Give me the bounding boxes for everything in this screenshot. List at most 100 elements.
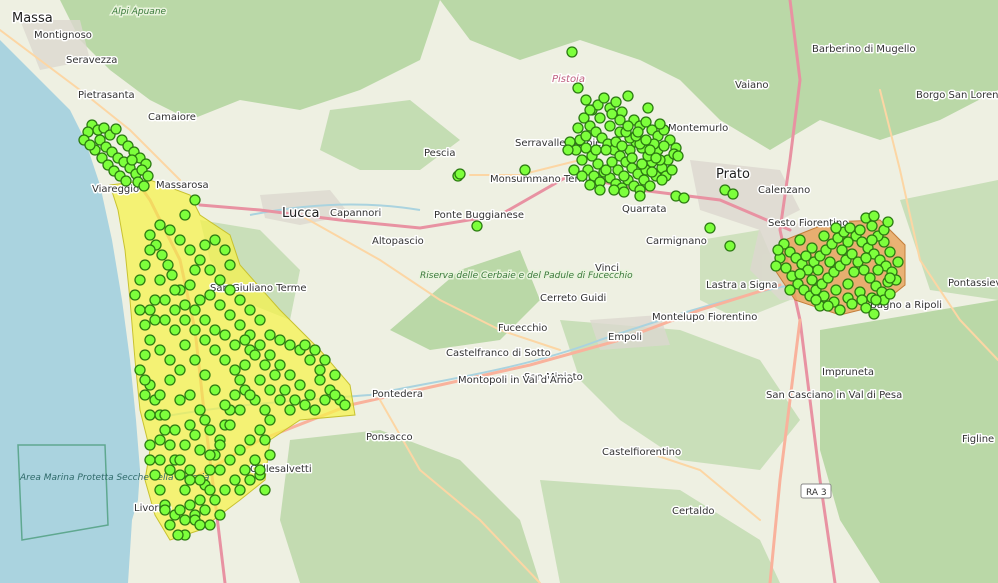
map-marker[interactable] [654,118,666,130]
map-marker[interactable] [139,349,151,361]
map-marker[interactable] [229,389,241,401]
map-marker[interactable] [244,474,256,486]
map-marker[interactable] [166,269,178,281]
map-marker[interactable] [224,454,236,466]
map-marker[interactable] [566,46,578,58]
map-marker[interactable] [154,219,166,231]
map-marker[interactable] [144,409,156,421]
map-marker[interactable] [139,319,151,331]
map-marker[interactable] [309,404,321,416]
map-marker[interactable] [209,324,221,336]
map-marker[interactable] [154,344,166,356]
map-marker[interactable] [772,244,784,256]
map-marker[interactable] [189,264,201,276]
map-marker[interactable] [884,288,896,300]
map-marker[interactable] [239,464,251,476]
map-marker[interactable] [892,256,904,268]
map-marker[interactable] [294,379,306,391]
map-marker[interactable] [244,389,256,401]
map-marker[interactable] [264,329,276,341]
map-marker[interactable] [339,399,351,411]
map-marker[interactable] [672,150,684,162]
map-canvas[interactable]: Massa Montignoso Seravezza Pietrasanta C… [0,0,998,583]
map-marker[interactable] [234,444,246,456]
map-marker[interactable] [234,404,246,416]
map-marker[interactable] [134,364,146,376]
map-marker[interactable] [259,434,271,446]
map-marker[interactable] [269,369,281,381]
map-marker[interactable] [727,188,739,200]
map-marker[interactable] [184,499,196,511]
map-marker[interactable] [264,449,276,461]
map-marker[interactable] [184,419,196,431]
map-marker[interactable] [598,92,610,104]
map-marker[interactable] [274,394,286,406]
map-marker[interactable] [842,278,854,290]
map-marker[interactable] [214,464,226,476]
map-marker[interactable] [259,404,271,416]
map-marker[interactable] [219,329,231,341]
map-marker[interactable] [204,424,216,436]
map-marker[interactable] [884,246,896,258]
map-marker[interactable] [194,474,206,486]
map-marker[interactable] [129,289,141,301]
map-marker[interactable] [234,374,246,386]
map-marker[interactable] [650,152,662,164]
map-marker[interactable] [224,259,236,271]
map-marker[interactable] [194,294,206,306]
map-marker[interactable] [174,454,186,466]
map-marker[interactable] [594,184,606,196]
map-marker[interactable] [329,389,341,401]
map-marker[interactable] [284,339,296,351]
map-marker[interactable] [239,359,251,371]
map-marker[interactable] [144,244,156,256]
map-marker[interactable] [868,308,880,320]
map-marker[interactable] [189,354,201,366]
map-marker[interactable] [626,152,638,164]
map-marker[interactable] [254,464,266,476]
map-marker[interactable] [149,294,161,306]
map-marker[interactable] [139,389,151,401]
map-marker[interactable] [184,389,196,401]
map-marker[interactable] [866,234,878,246]
map-marker[interactable] [846,298,858,310]
map-marker[interactable] [580,94,592,106]
map-marker[interactable] [194,444,206,456]
map-marker[interactable] [154,274,166,286]
map-marker[interactable] [199,504,211,516]
map-marker[interactable] [159,294,171,306]
map-marker[interactable] [199,414,211,426]
map-marker[interactable] [199,334,211,346]
map-marker[interactable] [219,244,231,256]
map-marker[interactable] [194,494,206,506]
map-marker[interactable] [219,484,231,496]
map-marker[interactable] [209,494,221,506]
map-marker[interactable] [134,304,146,316]
map-marker[interactable] [562,144,574,156]
map-marker[interactable] [214,439,226,451]
map-marker[interactable] [194,519,206,531]
map-marker[interactable] [244,434,256,446]
map-marker[interactable] [870,294,882,306]
map-marker[interactable] [632,126,644,138]
map-marker[interactable] [184,474,196,486]
map-marker[interactable] [646,166,658,178]
map-marker[interactable] [784,284,796,296]
map-marker[interactable] [214,509,226,521]
map-marker[interactable] [144,439,156,451]
map-marker[interactable] [214,299,226,311]
map-marker[interactable] [169,304,181,316]
map-marker[interactable] [594,112,606,124]
map-marker[interactable] [174,364,186,376]
map-marker[interactable] [149,469,161,481]
map-marker[interactable] [179,314,191,326]
map-marker[interactable] [854,224,866,236]
map-marker[interactable] [194,254,206,266]
map-marker[interactable] [154,434,166,446]
map-marker[interactable] [144,454,156,466]
map-marker[interactable] [319,354,331,366]
map-marker[interactable] [169,324,181,336]
map-marker[interactable] [249,454,261,466]
map-marker[interactable] [274,359,286,371]
map-marker[interactable] [618,186,630,198]
